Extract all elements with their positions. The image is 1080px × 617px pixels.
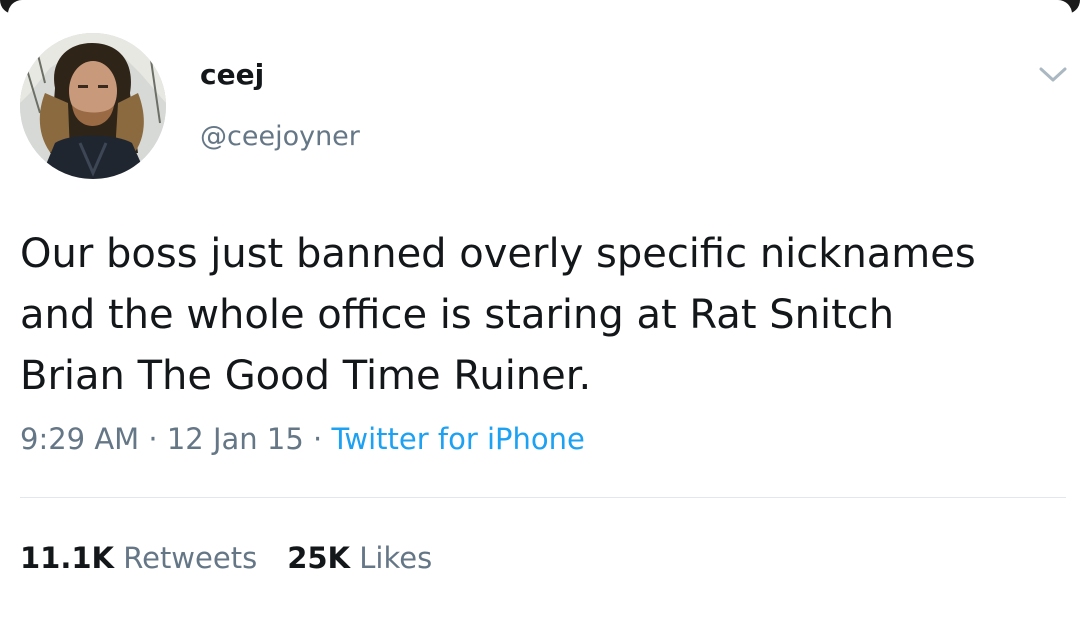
avatar[interactable] bbox=[20, 33, 166, 179]
retweets-label: Retweets bbox=[123, 541, 258, 575]
meta-separator: · bbox=[148, 422, 158, 456]
tweet-text-line: Our boss just banned overly specific nic… bbox=[20, 231, 976, 277]
tweet-meta: 9:29 AM · 12 Jan 15 · Twitter for iPhone bbox=[20, 422, 585, 456]
tweet-card: ceej @ceejoyner Our boss just banned ove… bbox=[0, 0, 1080, 617]
tweet-text-line: and the whole office is staring at Rat S… bbox=[20, 292, 895, 338]
tweet-stats: 11.1K Retweets 25K Likes bbox=[20, 541, 432, 575]
meta-separator: · bbox=[313, 422, 323, 456]
retweets-count: 11.1K bbox=[20, 541, 115, 575]
tweet-time[interactable]: 9:29 AM bbox=[20, 422, 139, 456]
user-handle[interactable]: @ceejoyner bbox=[200, 121, 360, 152]
tweet-text-line: Brian The Good Time Ruiner. bbox=[20, 353, 592, 399]
avatar-image bbox=[20, 33, 166, 179]
likes-count: 25K bbox=[287, 541, 351, 575]
likes-label: Likes bbox=[359, 541, 433, 575]
tweet-date[interactable]: 12 Jan 15 bbox=[167, 422, 304, 456]
display-name[interactable]: ceej bbox=[200, 58, 264, 91]
likes-stat[interactable]: 25K Likes bbox=[287, 541, 432, 575]
tweet-source-link[interactable]: Twitter for iPhone bbox=[331, 422, 584, 456]
chevron-down-icon[interactable] bbox=[1036, 64, 1070, 86]
divider bbox=[20, 497, 1066, 498]
retweets-stat[interactable]: 11.1K Retweets bbox=[20, 541, 257, 575]
tweet-text: Our boss just banned overly specific nic… bbox=[20, 224, 1070, 407]
